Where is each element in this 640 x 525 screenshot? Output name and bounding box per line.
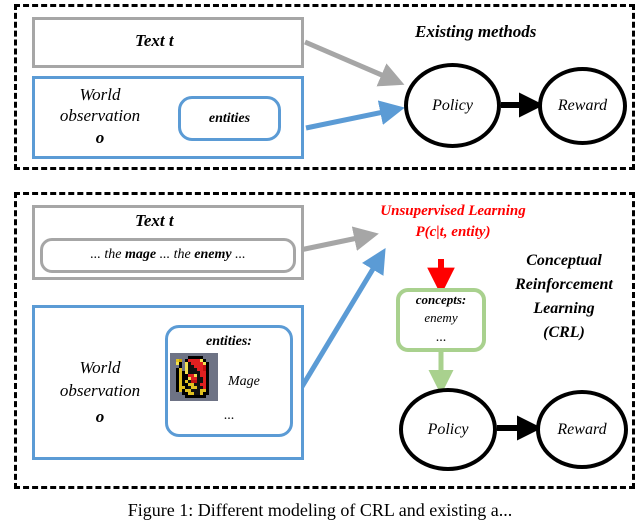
concepts-box-label: concepts: [415,292,467,307]
sentence-fragment: the [173,247,195,262]
sentence-text: ... the mage ... the enemy ... [40,247,296,263]
figure-root: Existing methods Text t World observatio… [0,0,640,525]
sentence-fragment: ... [156,247,174,262]
sentence-keyword: enemy [194,247,232,262]
observation-label-top-line3: o [95,128,105,147]
text-box-top-label: Text t [135,31,174,50]
concepts-box-item: enemy [424,310,458,325]
sentence-fragment: ... [90,247,105,262]
figure-caption-text: Figure 1: Different modeling of CRL and … [127,500,513,520]
crl-label-line4: (CRL) [543,324,585,341]
policy-node-bottom-label: Policy [427,420,469,438]
sentence-keyword: mage [125,247,157,262]
policy-node-top: Policy [404,63,501,148]
concepts-box-ellipsis: ... [435,330,447,345]
existing-methods-label: Existing methods [415,22,537,41]
entities-box-top-label: entities [208,111,251,126]
observation-label-top-line2: observation [59,106,141,125]
entity-name-label: Mage [228,374,260,389]
observation-label-top-line1: World [79,85,121,104]
unsupervised-learning-line2: P(c|t, entity) [415,224,491,240]
mage-sprite-icon [170,353,218,401]
sentence-fragment: the [104,247,126,262]
entities-box-bottom-label: entities: [206,334,252,349]
reward-node-top: Reward [538,67,627,145]
observation-label-bottom-line1: World [79,358,121,377]
sentence-fragment: ... [231,247,246,262]
reward-node-bottom: Reward [536,390,628,469]
reward-node-top-label: Reward [557,97,608,114]
figure-caption: Figure 1: Different modeling of CRL and … [0,500,640,525]
unsupervised-learning-line1: Unsupervised Learning [380,203,526,219]
reward-node-bottom-label: Reward [557,420,607,438]
policy-node-top-label: Policy [432,96,473,114]
observation-label-bottom-line2: observation [59,381,141,400]
crl-label-line3: Learning [533,300,595,317]
crl-label-line2: Reinforcement [515,276,613,293]
text-box-bottom-label: Text t [135,211,174,230]
observation-label-bottom-line3: o [95,407,105,426]
policy-node-bottom: Policy [399,388,497,471]
entities-ellipsis: ... [223,408,235,423]
crl-label-line1: Conceptual [526,252,602,269]
